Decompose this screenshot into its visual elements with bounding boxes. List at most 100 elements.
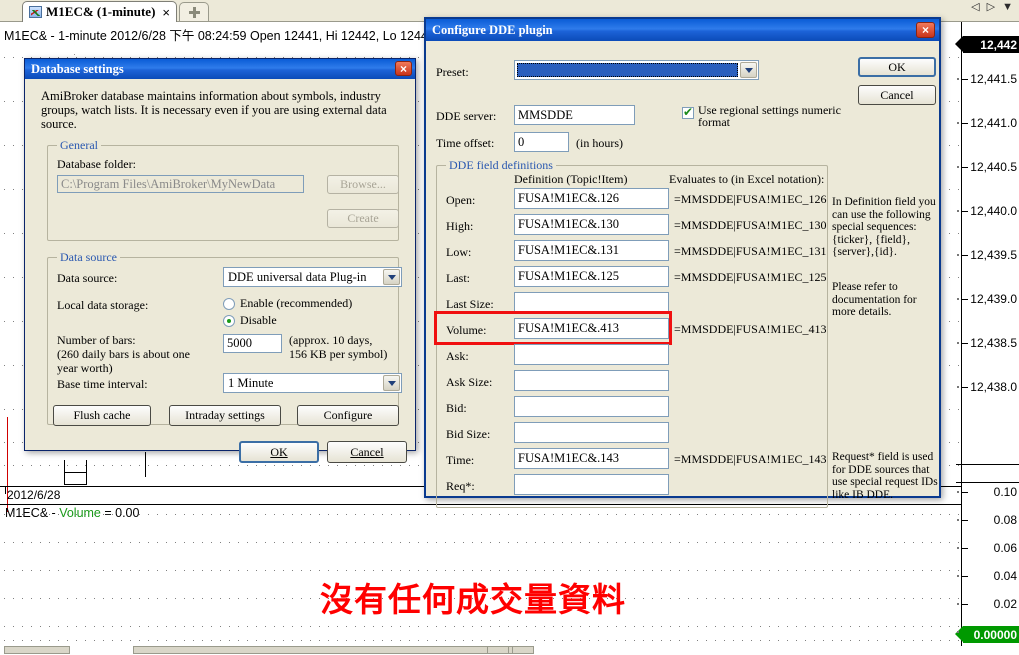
radio-enable[interactable] — [223, 298, 235, 310]
dialog-titlebar[interactable]: Database settings × — [25, 59, 415, 79]
base-interval-select[interactable]: 1 Minute — [223, 373, 402, 393]
bars-hint-line2: 156 KB per symbol) — [289, 347, 388, 361]
help-text-request: Request* field is used for DDE sources t… — [832, 451, 938, 501]
dde-dialog-title: Configure DDE plugin — [432, 22, 553, 37]
db-cancel-button[interactable]: Cancel — [327, 441, 407, 463]
field-input-volume[interactable]: FUSA!M1EC&.413 — [514, 318, 669, 339]
price-tick-label: 12,441.0 — [970, 116, 1017, 130]
new-tab-button[interactable] — [179, 2, 209, 21]
regional-format-checkbox[interactable] — [682, 105, 694, 119]
flush-cache-button[interactable]: Flush cache — [53, 405, 151, 426]
field-evaluates-volume: =MMSDDE|FUSA!M1EC_413 — [674, 322, 827, 336]
price-tick-label: 12,440.5 — [970, 160, 1017, 174]
radio-disable[interactable] — [223, 315, 235, 327]
field-label-bid: Bid: — [446, 401, 467, 415]
field-label-last: Last: — [446, 271, 470, 285]
database-settings-dialog: Database settings × AmiBroker database m… — [24, 58, 416, 463]
bars-label-line2: (260 daily bars is about one — [57, 347, 190, 361]
close-icon[interactable]: × — [395, 61, 412, 76]
price-tick-label: 12,439.5 — [970, 248, 1017, 262]
volume-tick-label: 0.06 — [993, 541, 1017, 555]
field-evaluates-last: =MMSDDE|FUSA!M1EC_125 — [674, 270, 827, 284]
field-evaluates-open: =MMSDDE|FUSA!M1EC_126 — [674, 192, 827, 206]
close-icon[interactable]: × — [916, 22, 935, 38]
dde-cancel-button[interactable]: Cancel — [858, 85, 936, 105]
volume-tick-label: 0.08 — [993, 513, 1017, 527]
close-icon[interactable]: × — [159, 6, 170, 19]
field-input-bid[interactable] — [514, 396, 669, 417]
data-source-label: Data source: — [57, 271, 118, 285]
bars-hint-line1: (approx. 10 days, — [289, 333, 373, 347]
field-input-ask-size[interactable] — [514, 370, 669, 391]
prev-icon[interactable]: ◁ — [971, 2, 979, 13]
dde-fields-caption: DDE field definitions — [446, 158, 556, 173]
radio-enable-label: Enable (recommended) — [240, 296, 353, 310]
preset-label: Preset: — [436, 65, 469, 79]
next-icon[interactable]: ▷ — [987, 2, 995, 13]
chevron-down-icon[interactable]: ▼ — [1002, 2, 1013, 13]
price-badge: 12,442 — [955, 36, 1019, 53]
tab-m1ec-1-minute[interactable]: M1EC& (1-minute) × — [22, 1, 177, 22]
general-group-caption: General — [57, 138, 101, 153]
price-axis[interactable]: 12,442 12,441.5 12,441.0 12,440.5 12,440… — [955, 22, 1019, 655]
field-input-req[interactable] — [514, 474, 669, 495]
price-tick-label: 12,438.5 — [970, 336, 1017, 350]
field-label-ask-size: Ask Size: — [446, 375, 493, 389]
column-definition-header: Definition (Topic!Item) — [514, 172, 628, 186]
dde-dialog-titlebar[interactable]: Configure DDE plugin × — [426, 19, 939, 41]
horizontal-scrollbar-main[interactable] — [133, 646, 530, 654]
volume-pane-title: M1EC& - Volume = 0.00 — [5, 506, 140, 520]
field-label-bid-size: Bid Size: — [446, 427, 491, 441]
field-label-ask: Ask: — [446, 349, 469, 363]
scrollbar-strip — [0, 646, 1019, 655]
data-source-select[interactable]: DDE universal data Plug-in — [223, 267, 402, 287]
base-interval-label: Base time interval: — [57, 377, 148, 391]
volume-badge: 0.00000 — [955, 626, 1019, 643]
chart-title: M1EC& - 1-minute 2012/6/28 下午 08:24:59 O… — [4, 29, 435, 43]
price-tick-label: 12,438.0 — [970, 380, 1017, 394]
price-tick-label: 12,441.5 — [970, 72, 1017, 86]
chevron-down-icon[interactable] — [383, 375, 400, 391]
time-offset-input[interactable]: 0 — [514, 132, 569, 152]
radio-disable-label: Disable — [240, 313, 277, 327]
price-tick-label: 12,440.0 — [970, 204, 1017, 218]
bars-label-line1: Number of bars: — [57, 333, 136, 347]
dde-server-input[interactable]: MMSDDE — [514, 105, 635, 125]
horizontal-scrollbar-left[interactable] — [4, 646, 70, 654]
chevron-down-icon[interactable] — [383, 269, 400, 285]
browse-button[interactable]: Browse... — [327, 175, 399, 194]
data-source-value: DDE universal data Plug-in — [228, 269, 367, 284]
base-interval-value: 1 Minute — [228, 375, 274, 390]
help-text-definition: In Definition field you can use the foll… — [832, 196, 936, 258]
field-input-bid-size[interactable] — [514, 422, 669, 443]
db-ok-button[interactable]: OK — [239, 441, 319, 463]
horizontal-scrollbar-end[interactable] — [512, 646, 534, 654]
configure-button[interactable]: Configure — [297, 405, 399, 426]
field-input-low[interactable]: FUSA!M1EC&.131 — [514, 240, 669, 261]
field-input-ask[interactable] — [514, 344, 669, 365]
field-input-open[interactable]: FUSA!M1EC&.126 — [514, 188, 669, 209]
field-evaluates-high: =MMSDDE|FUSA!M1EC_130 — [674, 218, 827, 232]
preset-select[interactable] — [514, 60, 759, 80]
field-label-open: Open: — [446, 193, 476, 207]
database-folder-input[interactable]: C:\Program Files\AmiBroker\MyNewData — [57, 175, 304, 193]
field-input-high[interactable]: FUSA!M1EC&.130 — [514, 214, 669, 235]
chevron-down-icon[interactable] — [740, 62, 757, 78]
dialog-title: Database settings — [31, 61, 124, 76]
volume-tick-label: 0.10 — [993, 485, 1017, 499]
field-input-last[interactable]: FUSA!M1EC&.125 — [514, 266, 669, 287]
field-label-req: Req*: — [446, 479, 475, 493]
data-source-group-caption: Data source — [57, 250, 120, 265]
tab-label: M1EC& (1-minute) — [46, 4, 156, 19]
dde-ok-button[interactable]: OK — [858, 57, 936, 77]
intraday-settings-button[interactable]: Intraday settings — [169, 405, 281, 426]
number-of-bars-input[interactable]: 5000 — [223, 334, 282, 353]
window-nav-buttons: ◁ ▷ ▼ — [971, 2, 1013, 13]
field-input-time[interactable]: FUSA!M1EC&.143 — [514, 448, 669, 469]
app-window: M1EC& (1-minute) × ◁ ▷ ▼ M1EC& - 1-minut… — [0, 0, 1019, 655]
horizontal-scrollbar-thumb[interactable] — [487, 646, 509, 654]
field-label-low: Low: — [446, 245, 472, 259]
create-button[interactable]: Create — [327, 209, 399, 228]
field-input-last-size[interactable] — [514, 292, 669, 313]
volume-tick-label: 0.04 — [993, 569, 1017, 583]
